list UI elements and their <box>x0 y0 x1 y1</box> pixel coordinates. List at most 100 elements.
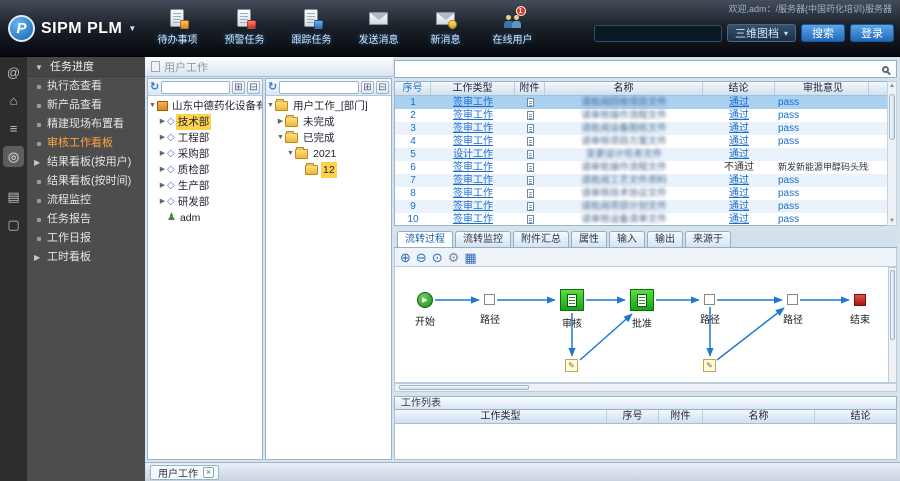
col-header-name[interactable]: 名称 <box>703 410 815 423</box>
tab-flow-process[interactable]: 流转过程 <box>397 231 453 247</box>
attachment-icon[interactable] <box>526 175 534 185</box>
form-icon[interactable]: ✎ <box>565 359 578 372</box>
table-row[interactable]: 1 签审工作 请批阅回收项目文件 通过 pass <box>395 96 896 109</box>
path-node[interactable] <box>787 294 798 305</box>
grid-view-icon[interactable]: ▦ <box>464 251 476 264</box>
tree-node-dept[interactable]: ▶ ◇ 研发部 <box>148 194 262 210</box>
tree-node-finished[interactable]: ▼ 已完成 <box>266 130 391 146</box>
sidebar-group-task-progress[interactable]: ▼ 任务进度 <box>27 57 145 77</box>
attachment-icon[interactable] <box>526 188 534 198</box>
col-header-result[interactable]: 结论 <box>815 410 900 423</box>
col-header-attachment[interactable]: 附件 <box>659 410 703 423</box>
tab-source[interactable]: 来源于 <box>685 231 731 247</box>
expand-all-icon[interactable]: ⊞ <box>232 80 245 94</box>
tab-input[interactable]: 输入 <box>609 231 645 247</box>
expand-all-icon[interactable]: ⊞ <box>361 80 374 94</box>
tab-flow-monitor[interactable]: 流转监控 <box>455 231 511 247</box>
settings-gear-icon[interactable]: ⚙ <box>448 251 460 264</box>
doc-type-dropdown[interactable]: 三维图档 ▾ <box>726 24 796 42</box>
home-icon[interactable]: ⌂ <box>3 90 24 111</box>
table-row[interactable]: 3 签审工作 请批阅设备图纸文件 通过 pass <box>395 122 896 135</box>
table-row[interactable]: 10 签审工作 请审核设备清单文件 通过 pass <box>395 213 896 225</box>
tab-properties[interactable]: 属性 <box>571 231 607 247</box>
chat-icon[interactable]: @ <box>3 62 24 83</box>
table-row[interactable]: 4 签审工作 请审核项目方案文件 通过 pass <box>395 135 896 148</box>
todo-items-button[interactable]: 待办事项 <box>150 8 205 46</box>
attachment-icon[interactable] <box>526 162 534 172</box>
monitor-icon[interactable]: ▢ <box>3 214 24 235</box>
diagram-h-scrollbar[interactable] <box>394 383 897 392</box>
tree-node-user[interactable]: ♟ adm <box>148 210 262 226</box>
app-logo[interactable]: P SIPM PLM ▼ <box>8 15 136 42</box>
col-header-no[interactable]: 序号 <box>395 82 431 95</box>
sidebar-item-site-layout[interactable]: 精建现场布置看 <box>27 115 145 134</box>
tree-node-dept[interactable]: ▶ ◇ 工程部 <box>148 130 262 146</box>
attachment-icon[interactable] <box>526 201 534 211</box>
table-scrollbar[interactable]: ▲ ▼ <box>887 81 897 226</box>
scrollbar-thumb[interactable] <box>889 94 895 140</box>
scrollbar-thumb[interactable] <box>399 385 529 390</box>
search-icon[interactable] <box>882 65 889 73</box>
track-tasks-button[interactable]: 跟踪任务 <box>284 8 339 46</box>
approve-node[interactable] <box>630 289 654 311</box>
search-button[interactable]: 搜索 <box>801 24 845 42</box>
tab-user-work[interactable]: 用户工作 <box>151 59 208 75</box>
collapse-all-icon[interactable]: ⊟ <box>247 80 260 94</box>
tree-node-company[interactable]: ▼ 山东中德药化设备有限公司 <box>148 98 262 114</box>
zoom-out-icon[interactable]: ⊖ <box>416 251 427 264</box>
tree-node-year[interactable]: ▼ 2021 <box>266 146 391 162</box>
folder-tree-filter-input[interactable] <box>279 80 359 94</box>
tree-node-dept[interactable]: ▶ ◇ 采购部 <box>148 146 262 162</box>
diagram-scrollbar[interactable] <box>888 267 897 383</box>
refresh-icon[interactable]: ↻ <box>150 81 159 93</box>
sidebar-item-hours-board[interactable]: ▶ 工时看板 <box>27 248 145 267</box>
attachment-icon[interactable] <box>526 214 534 224</box>
tab-attachments[interactable]: 附件汇总 <box>513 231 569 247</box>
col-header-name[interactable]: 名称 <box>545 82 703 95</box>
new-message-button[interactable]: 新消息 <box>418 8 473 46</box>
table-row[interactable]: 7 签审工作 请批阅工艺文件资料 通过 pass <box>395 174 896 187</box>
close-icon[interactable]: × <box>203 466 214 478</box>
table-row[interactable]: 2 签审工作 请审核操作流程文件 通过 pass <box>395 109 896 122</box>
col-header-attachment[interactable]: 附件 <box>515 82 545 95</box>
scroll-up-icon[interactable]: ▲ <box>888 83 896 89</box>
sidebar-item-task-report[interactable]: 任务报告 <box>27 210 145 229</box>
tree-node-dept[interactable]: ▶ ◇ 质检部 <box>148 162 262 178</box>
scroll-down-icon[interactable]: ▼ <box>888 218 896 224</box>
sidebar-item-process-monitor[interactable]: 流程监控 <box>27 191 145 210</box>
col-header-type[interactable]: 工作类型 <box>395 410 607 423</box>
tree-node-dept[interactable]: ▶ ◇ 技术部 <box>148 114 262 130</box>
start-node[interactable]: ▶ <box>417 292 433 308</box>
bottom-tab-user-work[interactable]: 用户工作 × <box>150 464 219 480</box>
review-node[interactable] <box>560 289 584 311</box>
table-row[interactable]: 5 设计工作 变更设计任务文件 通过 <box>395 148 896 161</box>
tab-output[interactable]: 输出 <box>647 231 683 247</box>
online-users-button[interactable]: 1 在线用户 <box>485 6 540 46</box>
path-node[interactable] <box>704 294 715 305</box>
sidebar-item-result-by-user[interactable]: ▶ 结果看板(按用户) <box>27 153 145 172</box>
work-filter-input[interactable] <box>395 62 882 76</box>
refresh-icon[interactable]: ↻ <box>268 81 277 93</box>
col-header-no[interactable]: 序号 <box>607 410 659 423</box>
attachment-icon[interactable] <box>526 123 534 133</box>
sidebar-item-daily-report[interactable]: 工作日报 <box>27 229 145 248</box>
tree-node-dept[interactable]: ▶ ◇ 生产部 <box>148 178 262 194</box>
table-row[interactable]: 9 签审工作 请批阅项目计划文件 通过 pass <box>395 200 896 213</box>
sidebar-item-new-product[interactable]: 新产品查看 <box>27 96 145 115</box>
sidebar-item-result-by-time[interactable]: 结果看板(按时间) <box>27 172 145 191</box>
tree-node-unfinished[interactable]: ▶ 未完成 <box>266 114 391 130</box>
tree-node-month[interactable]: 12 <box>266 162 391 178</box>
zoom-in-icon[interactable]: ⊕ <box>400 251 411 264</box>
alert-tasks-button[interactable]: 预警任务 <box>217 8 272 46</box>
attachment-icon[interactable] <box>526 110 534 120</box>
col-header-opinion[interactable]: 审批意见 <box>775 82 869 95</box>
sidebar-item-review-board[interactable]: 审核工作看板 <box>27 134 145 153</box>
data-icon[interactable]: ≡ <box>3 118 24 139</box>
path-node[interactable] <box>484 294 495 305</box>
scrollbar-thumb[interactable] <box>890 270 895 340</box>
zoom-reset-icon[interactable]: ⊙ <box>432 251 443 264</box>
col-header-result[interactable]: 结论 <box>703 82 775 95</box>
sidebar-item-exec-view[interactable]: 执行态查看 <box>27 77 145 96</box>
collapse-all-icon[interactable]: ⊟ <box>376 80 389 94</box>
form-icon[interactable]: ✎ <box>703 359 716 372</box>
